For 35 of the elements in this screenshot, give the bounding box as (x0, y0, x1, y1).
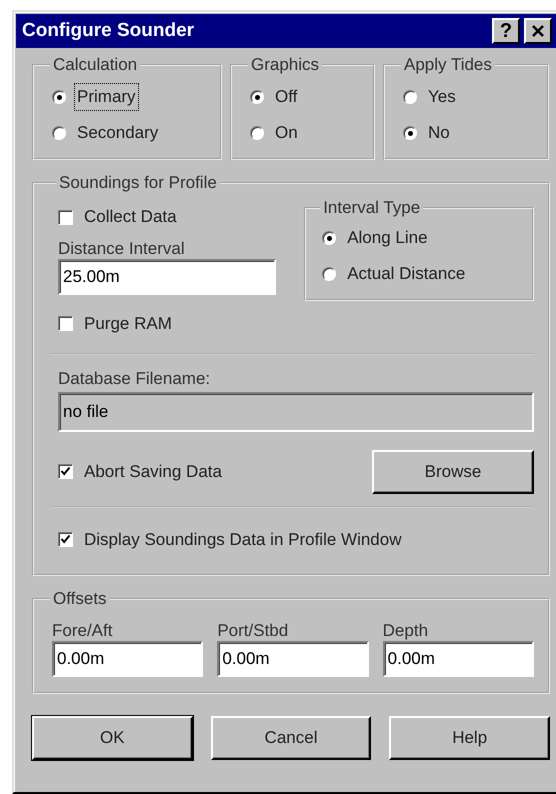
close-button[interactable] (524, 18, 552, 44)
close-icon (531, 25, 545, 37)
help-button[interactable]: ? (492, 18, 520, 44)
checkbox[interactable]: Purge RAM (58, 305, 175, 342)
browse-button[interactable]: Browse (372, 450, 534, 494)
radio-button[interactable]: Actual Distance (322, 256, 468, 292)
checkbox[interactable]: Abort Saving Data (58, 454, 225, 490)
text-field[interactable]: 0.00m (52, 641, 204, 678)
radio-button[interactable]: No (403, 115, 453, 151)
text-field[interactable]: 25.00m (58, 259, 276, 296)
checkbox[interactable]: Collect Data (58, 199, 180, 235)
group-title: Graphics (250, 56, 320, 73)
group-title: Soundings for Profile (58, 174, 218, 191)
dialog-button[interactable]: Cancel (210, 716, 372, 760)
field-label: Fore/Aft (52, 621, 114, 642)
dialog-button[interactable]: Help (389, 716, 550, 760)
dialog-button[interactable]: OK (32, 716, 193, 760)
field-label: Database Filename: (58, 369, 212, 390)
group-title: Offsets (52, 590, 108, 607)
radio-button[interactable]: Off (250, 79, 300, 115)
radio-button[interactable]: On (250, 115, 301, 151)
window-title: Configure Sounder (22, 18, 194, 43)
radio-button[interactable]: Yes (403, 79, 459, 115)
checkbox[interactable]: Display Soundings Data in Profile Window (58, 522, 404, 558)
text-field[interactable]: 0.00m (217, 641, 369, 678)
radio-button[interactable]: Along Line (322, 220, 431, 256)
field-label: Depth (382, 621, 430, 642)
field-label: Port/Stbd (217, 621, 290, 642)
text-field[interactable]: 0.00m (382, 641, 534, 678)
radio-button[interactable]: Secondary (52, 115, 162, 151)
field-label: Distance Interval (58, 239, 186, 260)
group-title: Calculation (52, 56, 138, 73)
filename-field[interactable]: no file (58, 392, 534, 432)
group-title: Interval Type (322, 199, 422, 216)
group-title: Apply Tides (403, 56, 493, 73)
